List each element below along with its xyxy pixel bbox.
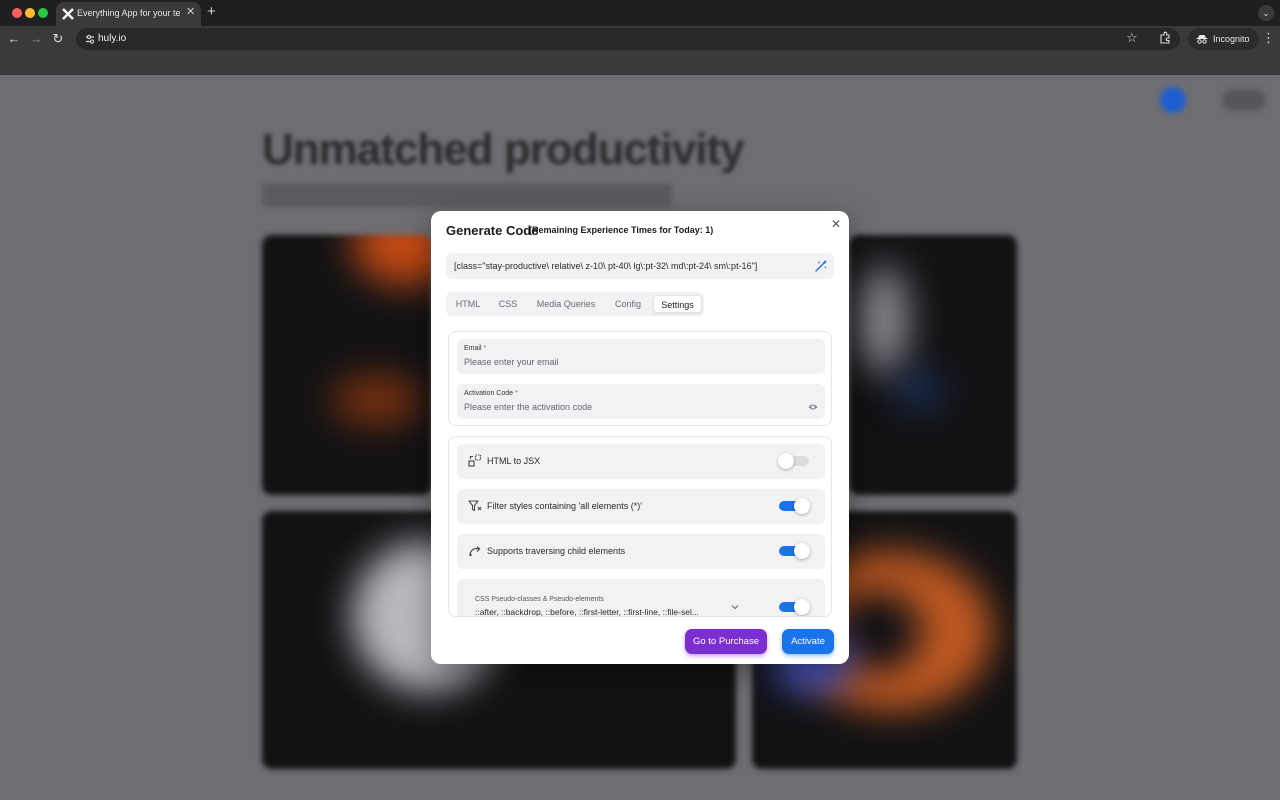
browser-tab[interactable]: Everything App for your teams ✕ [56,2,201,26]
required-mark: * [483,345,487,352]
chevron-down-icon[interactable] [731,603,739,611]
incognito-badge[interactable]: Incognito [1188,28,1259,50]
page-avatar-blurred [1160,87,1186,113]
incognito-label: Incognito [1213,34,1250,44]
selector-text: [class="stay-productive\ relative\ z-10\… [454,261,758,271]
feature-card [849,235,1017,495]
code-tabs: HTML CSS Media Queries Config Settings [446,292,704,316]
go-to-purchase-button[interactable]: Go to Purchase [685,629,767,654]
forward-icon[interactable]: → [28,31,44,46]
dialog-title: Generate Code [446,223,539,238]
option-row-pseudo-selectors[interactable]: CSS Pseudo-classes & Pseudo-elements ::a… [457,579,825,617]
browser-menu-icon[interactable]: ⋮ [1262,30,1275,46]
page-subtitle-blurred [262,183,672,207]
toggle-knob [778,453,794,469]
browser-toolbar: ← → ↻ huly.io ☆ Incognito ⋮ [0,26,1280,52]
options-panel: HTML to JSX Filter styles containing 'al… [448,436,832,617]
browser-tab-bar: Everything App for your teams ✕ + ⌄ [0,0,1280,26]
site-settings-icon[interactable] [84,33,96,45]
tab-media-queries[interactable]: Media Queries [529,295,603,313]
filter-icon [468,500,482,512]
required-mark: * [514,390,518,397]
tab-config[interactable]: Config [606,295,650,313]
huly-favicon-icon [62,8,74,20]
window-minimize-button[interactable] [25,8,35,18]
bookmark-star-icon[interactable]: ☆ [1126,30,1138,46]
credentials-panel: Email * Please enter your email Activati… [448,331,832,426]
window-close-button[interactable] [12,8,22,18]
tab-close-icon[interactable]: ✕ [186,5,195,18]
page-headline: Unmatched productivity [262,125,745,174]
reload-icon[interactable]: ↻ [50,31,66,47]
html-to-jsx-toggle[interactable] [778,453,809,469]
remaining-times-note: (Remaining Experience Times for Today: 1… [529,225,714,235]
email-field[interactable]: Email * Please enter your email [457,339,825,374]
toggle-knob [794,543,810,559]
activate-button[interactable]: Activate [782,629,834,654]
tab-html[interactable]: HTML [449,295,487,313]
tab-title: Everything App for your teams [77,8,180,18]
close-icon[interactable]: ✕ [831,217,841,231]
feature-card [262,235,432,495]
option-row-traverse-children[interactable]: Supports traversing child elements [457,534,825,569]
activation-code-label: Activation Code * [464,390,518,397]
toolbar-strip [0,52,1280,75]
generate-code-dialog: Generate Code (Remaining Experience Time… [431,211,849,664]
toggle-knob [794,599,810,615]
pseudo-selectors-value: ::after, ::backdrop, ::before, ::first-l… [475,607,699,617]
option-row-filter-styles[interactable]: Filter styles containing 'all elements (… [457,489,825,524]
option-label: Filter styles containing 'all elements (… [487,501,642,511]
filter-styles-toggle[interactable] [779,498,810,514]
option-label: Supports traversing child elements [487,546,626,556]
tab-settings[interactable]: Settings [653,295,702,313]
email-placeholder: Please enter your email [464,357,559,367]
back-icon[interactable]: ← [6,31,22,46]
tab-css[interactable]: CSS [490,295,526,313]
page-button-blurred [1222,89,1266,111]
jsx-convert-icon [468,454,482,467]
selector-field[interactable]: [class="stay-productive\ relative\ z-10\… [446,253,834,279]
traverse-arrow-icon [469,546,481,557]
show-password-eye-icon[interactable] [808,403,818,411]
new-tab-icon[interactable]: + [207,3,216,20]
extensions-icon[interactable] [1158,31,1172,45]
magic-wand-icon[interactable] [814,259,828,273]
activation-code-placeholder: Please enter the activation code [464,402,593,412]
toggle-knob [794,498,810,514]
tab-search-icon[interactable]: ⌄ [1258,5,1274,21]
option-row-html-to-jsx[interactable]: HTML to JSX [457,444,825,479]
traverse-children-toggle[interactable] [779,543,810,559]
activation-code-field[interactable]: Activation Code * Please enter the activ… [457,384,825,419]
url-text: huly.io [98,33,127,44]
address-bar[interactable]: huly.io ☆ [76,28,1180,50]
incognito-icon [1196,35,1208,44]
option-label: HTML to JSX [487,456,541,466]
email-label: Email * [464,345,487,352]
window-zoom-button[interactable] [38,8,48,18]
pseudo-selectors-toggle[interactable] [779,599,810,615]
pseudo-selectors-title: CSS Pseudo-classes & Pseudo-elements [475,596,604,603]
